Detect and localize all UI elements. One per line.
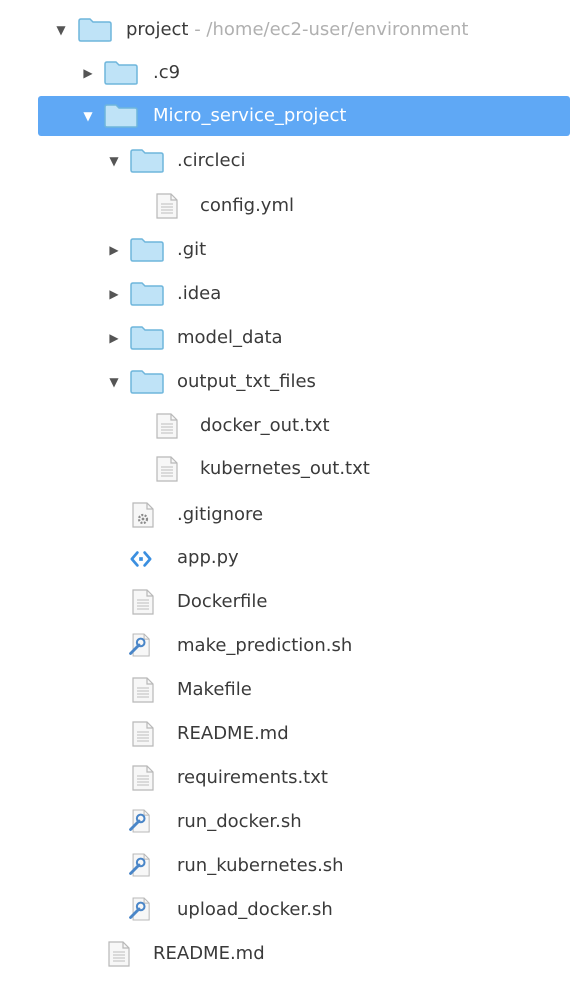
tree-item-label: .git <box>177 239 207 260</box>
text-file-icon <box>132 589 154 615</box>
tree-item-label: .gitignore <box>177 504 264 525</box>
tree-item-label: .circleci <box>177 150 246 171</box>
tree-item-label: make_prediction.sh <box>177 635 353 656</box>
tree-item-upload-docker-sh[interactable]: upload_docker.sh <box>0 892 571 928</box>
text-file-icon <box>156 193 178 219</box>
tree-item-label: .idea <box>177 283 222 304</box>
tree-item-kubernetes-out-txt[interactable]: kubernetes_out.txt <box>0 451 571 487</box>
collapsed-arrow-icon[interactable]: ▶ <box>108 276 120 312</box>
tree-item-micro-service-project[interactable]: ▼ Micro_service_project <box>0 96 571 136</box>
tree-item-c9[interactable]: ▶ .c9 <box>0 55 571 91</box>
tree-item-label: run_kubernetes.sh <box>177 855 344 876</box>
tree-item-makefile[interactable]: Makefile <box>0 672 571 708</box>
root-name: project <box>126 19 189 40</box>
tree-item-label: kubernetes_out.txt <box>200 458 370 479</box>
script-file-icon <box>129 897 150 921</box>
text-file-icon <box>132 677 154 703</box>
tree-item-app-py[interactable]: app.py <box>0 540 571 576</box>
folder-icon <box>130 370 164 394</box>
folder-icon <box>104 104 138 128</box>
tree-item-label: upload_docker.sh <box>177 899 333 920</box>
script-file-icon <box>129 809 150 833</box>
tree-item-run-docker-sh[interactable]: run_docker.sh <box>0 804 571 840</box>
expanded-arrow-icon[interactable]: ▼ <box>82 96 94 136</box>
tree-item-model-data[interactable]: ▶ model_data <box>0 320 571 356</box>
collapsed-arrow-icon[interactable]: ▶ <box>108 232 120 268</box>
tree-item-readme-md[interactable]: README.md <box>0 716 571 752</box>
tree-item-label: Dockerfile <box>177 591 268 612</box>
tree-item-label: output_txt_files <box>177 371 316 392</box>
tree-item-label: model_data <box>177 327 283 348</box>
folder-icon <box>130 149 164 173</box>
folder-icon <box>78 18 112 42</box>
tree-item-label: README.md <box>177 723 289 744</box>
expanded-arrow-icon[interactable]: ▼ <box>108 143 120 179</box>
tree-item-label: Makefile <box>177 679 252 700</box>
tree-item-output-txt-files[interactable]: ▼ output_txt_files <box>0 364 571 400</box>
tree-item-label: run_docker.sh <box>177 811 302 832</box>
folder-icon <box>130 282 164 306</box>
tree-item-idea[interactable]: ▶ .idea <box>0 276 571 312</box>
tree-item-label: config.yml <box>200 195 294 216</box>
tree-item-gitignore[interactable]: .gitignore <box>0 497 571 533</box>
text-file-icon <box>132 721 154 747</box>
tree-item-label: app.py <box>177 547 239 568</box>
expanded-arrow-icon[interactable]: ▼ <box>55 12 67 48</box>
tree-item-git[interactable]: ▶ .git <box>0 232 571 268</box>
text-file-icon <box>108 941 130 967</box>
collapsed-arrow-icon[interactable]: ▶ <box>82 55 94 91</box>
root-path: - /home/ec2-user/environment <box>188 19 469 40</box>
script-file-icon <box>129 633 150 657</box>
text-file-icon <box>156 413 178 439</box>
folder-icon <box>130 238 164 262</box>
folder-icon <box>104 61 138 85</box>
settings-file-icon <box>132 502 154 528</box>
collapsed-arrow-icon[interactable]: ▶ <box>108 320 120 356</box>
tree-item-dockerfile[interactable]: Dockerfile <box>0 584 571 620</box>
tree-item-readme-md-root[interactable]: README.md <box>0 936 571 972</box>
tree-item-label: requirements.txt <box>177 767 328 788</box>
folder-icon <box>130 326 164 350</box>
tree-root-project[interactable]: ▼ project - /home/ec2-user/environment <box>0 12 571 48</box>
script-file-icon <box>129 853 150 877</box>
tree-item-circleci[interactable]: ▼ .circleci <box>0 143 571 179</box>
tree-item-label: docker_out.txt <box>200 415 330 436</box>
text-file-icon <box>132 765 154 791</box>
code-file-icon <box>130 551 152 567</box>
tree-item-make-prediction-sh[interactable]: make_prediction.sh <box>0 628 571 664</box>
tree-item-label: .c9 <box>153 62 181 83</box>
tree-item-docker-out-txt[interactable]: docker_out.txt <box>0 408 571 444</box>
tree-item-run-kubernetes-sh[interactable]: run_kubernetes.sh <box>0 848 571 884</box>
tree-item-label: README.md <box>153 943 265 964</box>
tree-item-config-yml[interactable]: config.yml <box>0 188 571 224</box>
text-file-icon <box>156 456 178 482</box>
tree-item-requirements-txt[interactable]: requirements.txt <box>0 760 571 796</box>
tree-item-label: Micro_service_project <box>153 105 347 126</box>
file-tree: ▼ project - /home/ec2-user/environment ▶… <box>0 0 571 996</box>
expanded-arrow-icon[interactable]: ▼ <box>108 364 120 400</box>
